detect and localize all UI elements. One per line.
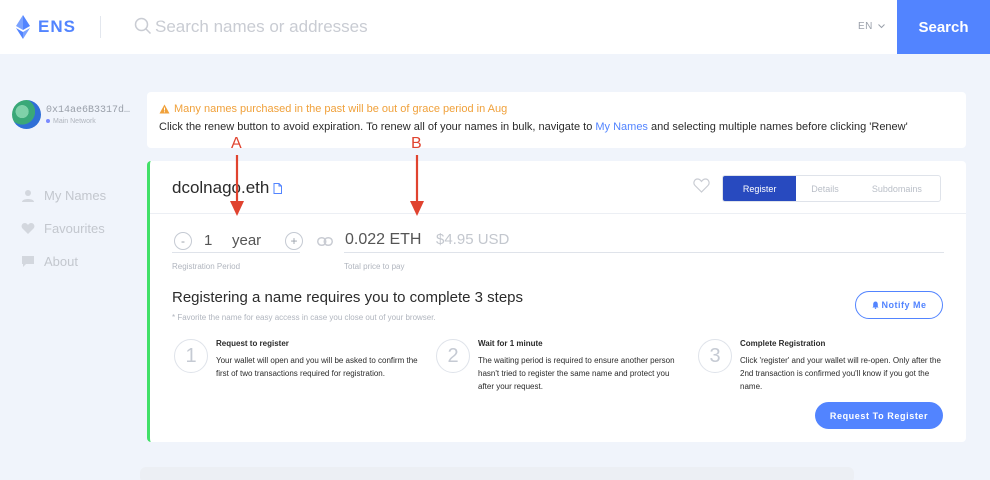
ens-logo[interactable]: ENS [12, 14, 76, 40]
price-usd: $4.95 USD [436, 231, 510, 248]
step-description: The waiting period is required to ensure… [478, 356, 675, 391]
sidebar-nav: My Names Favourites About [20, 179, 106, 278]
warning-icon [159, 104, 170, 114]
step-title: Complete Registration [740, 339, 826, 348]
total-price-label: Total price to pay [344, 262, 405, 271]
steps-title: Registering a name requires you to compl… [172, 289, 524, 306]
step-number: 3 [698, 339, 732, 373]
chevron-down-icon [878, 24, 885, 29]
header-divider [100, 16, 101, 38]
avatar [12, 100, 41, 129]
step-number: 2 [436, 339, 470, 373]
tab-register[interactable]: Register [723, 176, 797, 201]
account-address: 0x14ae6B3317d… [46, 104, 131, 116]
notify-me-button[interactable]: Notify Me [855, 291, 943, 319]
sidebar-item-label: My Names [44, 188, 107, 203]
total-price: 0.022 ETH $4.95 USD [344, 231, 944, 253]
chat-icon [20, 254, 36, 270]
brand-name: ENS [38, 17, 76, 36]
step-number: 1 [174, 339, 208, 373]
domain-name: dcolnago.eth [172, 178, 283, 198]
favourite-heart-icon[interactable] [693, 178, 710, 193]
grace-period-notice: Many names purchased in the past will be… [147, 92, 966, 148]
copy-icon[interactable] [273, 182, 283, 194]
name-registration-card: dcolnago.eth Register Details Subdomains… [147, 161, 966, 442]
search-input[interactable] [155, 13, 755, 41]
bell-icon [871, 301, 879, 309]
request-to-register-button[interactable]: Request To Register [815, 402, 943, 429]
registration-period-label: Registration Period [172, 262, 241, 271]
name-tabs: Register Details Subdomains [722, 175, 941, 202]
sidebar-item-my-names[interactable]: My Names [20, 179, 106, 212]
sidebar-item-label: Favourites [44, 221, 105, 236]
period-value: 1 [204, 232, 213, 249]
period-unit: year [232, 232, 262, 249]
my-names-link[interactable]: My Names [595, 121, 648, 133]
ens-logo-icon [16, 15, 30, 39]
sidebar-item-favourites[interactable]: Favourites [20, 212, 106, 245]
annotation-label-b: B [411, 135, 422, 152]
price-eth: 0.022 ETH [345, 231, 422, 248]
search-button[interactable]: Search [897, 0, 990, 54]
link-icon [317, 237, 333, 246]
domain-name-text: dcolnago.eth [172, 178, 270, 197]
network-dot-icon [46, 119, 50, 123]
notice-text: Click the renew button to avoid expirati… [159, 121, 954, 133]
network-name: Main Network [53, 117, 96, 125]
step-title: Request to register [216, 339, 289, 348]
language-label: EN [858, 21, 873, 32]
annotation-arrow-b-icon [410, 155, 424, 216]
next-card-edge [140, 467, 854, 480]
increase-period-button[interactable]: + [285, 232, 303, 250]
annotation-label-a: A [231, 135, 242, 152]
sidebar-item-label: About [44, 254, 78, 269]
step-description: Your wallet will open and you will be as… [216, 356, 418, 378]
heart-icon [20, 221, 36, 237]
account-info[interactable]: 0x14ae6B3317d… Main Network [12, 100, 130, 129]
steps-note: * Favorite the name for easy access in c… [172, 313, 436, 322]
notify-me-label: Notify Me [881, 300, 927, 310]
notice-text-before: Click the renew button to avoid expirati… [159, 121, 596, 133]
registration-period-stepper: - 1 year + [172, 231, 303, 253]
step-description: Click 'register' and your wallet will re… [740, 356, 941, 391]
top-bar: ENS EN Search [0, 0, 990, 54]
annotation-arrow-a-icon [230, 155, 244, 216]
notice-warning-text: Many names purchased in the past will be… [174, 103, 508, 115]
tab-subdomains[interactable]: Subdomains [854, 176, 940, 201]
tab-details[interactable]: Details [796, 176, 853, 201]
decrease-period-button[interactable]: - [174, 232, 192, 250]
search-icon [134, 17, 152, 35]
step-title: Wait for 1 minute [478, 339, 543, 348]
notice-text-after: and selecting multiple names before clic… [647, 121, 908, 133]
sidebar-item-about[interactable]: About [20, 245, 106, 278]
card-divider [150, 213, 966, 214]
user-icon [20, 188, 36, 204]
language-selector[interactable]: EN [858, 21, 885, 32]
